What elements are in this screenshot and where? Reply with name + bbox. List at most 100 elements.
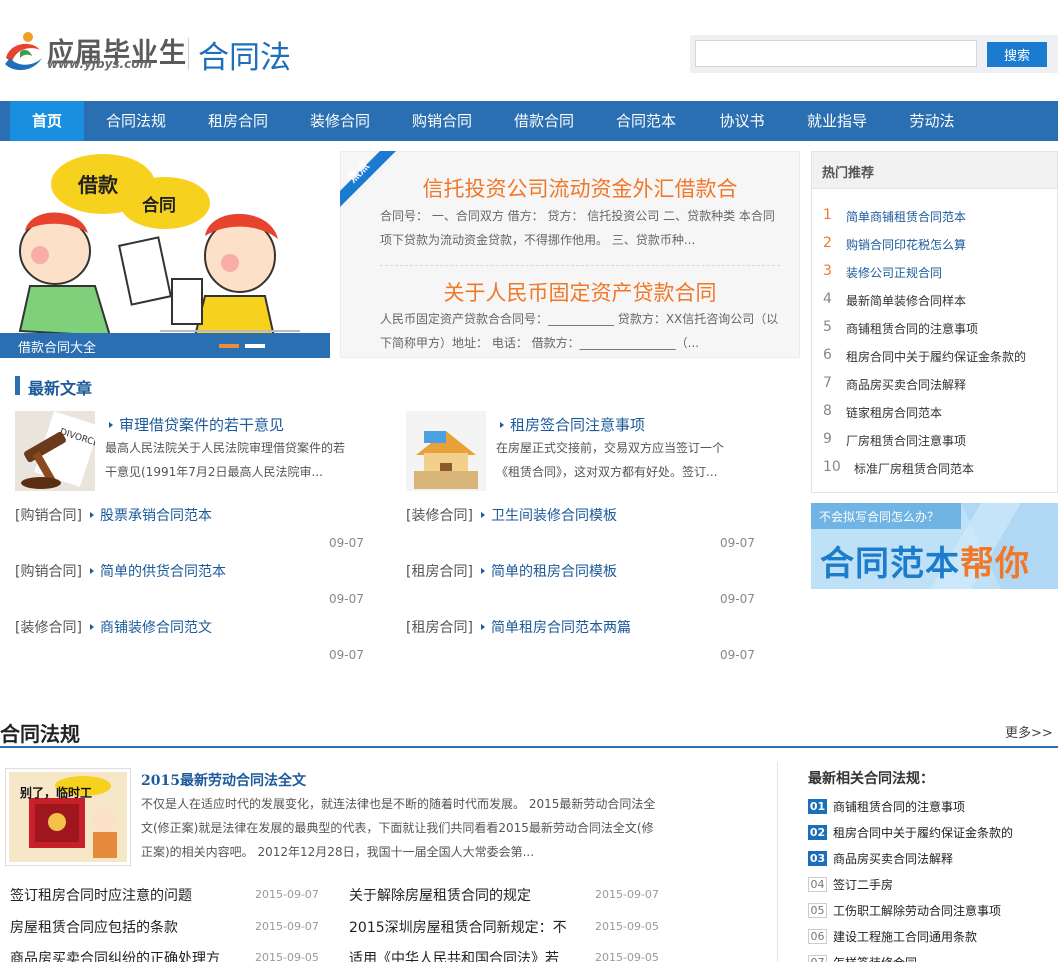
law-list-date: 2015-09-05 bbox=[255, 951, 319, 962]
site-title[interactable]: 合同法 bbox=[198, 32, 291, 77]
latest-item-category[interactable]: [装修合同] bbox=[406, 505, 473, 525]
hot-rank: 5 bbox=[823, 319, 832, 335]
related-item[interactable]: 签订二手房 bbox=[833, 876, 893, 893]
nav-labor-law[interactable]: 劳动法 bbox=[900, 101, 964, 141]
slider-dot-active[interactable] bbox=[219, 344, 239, 348]
latest-item-category[interactable]: [租房合同] bbox=[406, 561, 473, 581]
hot-item[interactable]: 最新简单装修合同样本 bbox=[846, 292, 966, 309]
related-rank: 04 bbox=[808, 877, 827, 892]
hot-item[interactable]: 租房合同中关于履约保证金条款的 bbox=[846, 348, 1026, 365]
related-rank: 01 bbox=[808, 799, 827, 814]
law-list-item[interactable]: 房屋租赁合同应包括的条款 bbox=[10, 917, 178, 937]
arrow-icon bbox=[481, 568, 485, 574]
law-featured-thumbnail[interactable]: 别了，临时工 bbox=[5, 768, 131, 866]
hot-rank: 4 bbox=[823, 291, 832, 307]
latest-item-title[interactable]: 简单租房合同范本两篇 bbox=[477, 617, 631, 637]
law-list-item[interactable]: 商品房买卖合同纠纷的正确处理方 bbox=[10, 948, 220, 962]
related-item[interactable]: 商铺租赁合同的注意事项 bbox=[833, 798, 965, 815]
logo-separator bbox=[188, 38, 189, 70]
law-thumbnail-text: 别了，临时工 bbox=[20, 786, 93, 800]
nav-rental-contract[interactable]: 租房合同 bbox=[200, 101, 276, 141]
latest-featured-desc-1: 最高人民法院关于人民法院审理借贷案件的若干意见(1991年7月2日最高人民法院审… bbox=[105, 441, 346, 479]
hot-rank: 3 bbox=[823, 263, 832, 279]
nav-agreement[interactable]: 协议书 bbox=[710, 101, 774, 141]
arrow-icon bbox=[90, 624, 94, 630]
arrow-icon bbox=[481, 624, 485, 630]
hot-item[interactable]: 链家租房合同范本 bbox=[846, 404, 942, 421]
latest-item-title-text: 股票承销合同范本 bbox=[100, 508, 212, 524]
latest-item-title-text: 简单租房合同范本两篇 bbox=[491, 620, 631, 636]
related-item[interactable]: 怎样签装修合同 bbox=[833, 954, 917, 962]
law-list-date: 2015-09-05 bbox=[595, 920, 659, 933]
arrow-icon bbox=[90, 512, 94, 518]
law-more-link[interactable]: 更多>> bbox=[1005, 722, 1053, 741]
related-item[interactable]: 商品房买卖合同法解释 bbox=[833, 850, 953, 867]
law-featured-title[interactable]: 2015最新劳动合同法全文 bbox=[141, 770, 306, 790]
hot-rank: 9 bbox=[823, 431, 832, 447]
related-rank: 02 bbox=[808, 825, 827, 840]
latest-item-title[interactable]: 简单的租房合同模板 bbox=[477, 561, 617, 581]
latest-item-date: 09-07 bbox=[720, 648, 755, 662]
focus-ribbon: 焦点 bbox=[340, 151, 396, 207]
law-list-date: 2015-09-07 bbox=[255, 888, 319, 901]
hot-item[interactable]: 商品房买卖合同法解释 bbox=[846, 376, 966, 393]
nav-loan-contract[interactable]: 借款合同 bbox=[506, 101, 582, 141]
latest-item-title-text: 简单的供货合同范本 bbox=[100, 564, 226, 580]
nav-contract-template[interactable]: 合同范本 bbox=[608, 101, 684, 141]
nav-contract-law[interactable]: 合同法规 bbox=[98, 101, 174, 141]
logo-icon[interactable] bbox=[2, 28, 44, 74]
nav-home[interactable]: 首页 bbox=[10, 101, 84, 141]
law-section-divider bbox=[0, 746, 1058, 748]
law-list-item[interactable]: 签订租房合同时应注意的问题 bbox=[10, 885, 192, 905]
latest-featured-title-1[interactable]: 审理借贷案件的若干意见 bbox=[105, 414, 284, 435]
hot-item[interactable]: 装修公司正规合同 bbox=[846, 264, 942, 281]
latest-item-title[interactable]: 股票承销合同范本 bbox=[86, 505, 212, 525]
nav-sales-contract[interactable]: 购销合同 bbox=[404, 101, 480, 141]
hot-item[interactable]: 简单商铺租赁合同范本 bbox=[846, 208, 966, 225]
banner-headline-a: 合同范本 bbox=[820, 544, 960, 584]
related-rank: 07 bbox=[808, 955, 827, 962]
law-list-date: 2015-09-07 bbox=[255, 920, 319, 933]
latest-item-title[interactable]: 简单的供货合同范本 bbox=[86, 561, 226, 581]
related-item[interactable]: 建设工程施工合同通用条款 bbox=[833, 928, 977, 945]
hot-item[interactable]: 商铺租赁合同的注意事项 bbox=[846, 320, 978, 337]
gavel-thumbnail[interactable]: DIVORCE bbox=[15, 411, 95, 491]
nav-career-guide[interactable]: 就业指导 bbox=[798, 101, 876, 141]
latest-item-date: 09-07 bbox=[720, 592, 755, 606]
latest-featured-title-1-text: 审理借贷案件的若干意见 bbox=[119, 416, 285, 434]
law-featured-desc: 不仅是人在适应时代的发展变化，就连法律也是不断的随着时代而发展。 2015最新劳… bbox=[141, 797, 656, 859]
latest-item-date: 09-07 bbox=[329, 536, 364, 550]
focus-title-1[interactable]: 信托投资公司流动资金外汇借款合 bbox=[400, 173, 760, 203]
law-list-item[interactable]: 关于解除房屋租赁合同的规定 bbox=[349, 885, 531, 905]
search-input[interactable] bbox=[695, 40, 977, 67]
hot-rank: 7 bbox=[823, 375, 832, 391]
slider-caption[interactable]: 借款合同大全 bbox=[18, 337, 96, 356]
latest-item-category[interactable]: [装修合同] bbox=[15, 617, 82, 637]
latest-item-title[interactable]: 卫生间装修合同模板 bbox=[477, 505, 617, 525]
latest-item-category[interactable]: [购销合同] bbox=[15, 505, 82, 525]
related-title: 最新相关合同法规： bbox=[808, 771, 934, 787]
hot-rank: 6 bbox=[823, 347, 832, 363]
hot-item[interactable]: 厂房租赁合同注意事项 bbox=[846, 432, 966, 449]
latest-item-category[interactable]: [租房合同] bbox=[406, 617, 473, 637]
hot-item[interactable]: 标准厂房租赁合同范本 bbox=[854, 460, 974, 477]
law-list-item[interactable]: 2015深圳房屋租赁合同新规定：不 bbox=[349, 917, 567, 937]
focus-title-2[interactable]: 关于人民币固定资产贷款合同 bbox=[380, 277, 780, 307]
law-column-divider bbox=[777, 762, 778, 962]
hot-rank: 2 bbox=[823, 235, 832, 251]
focus-text-1: 合同号： 一、合同双方 借方： 贷方： 信托投资公司 二、贷款种类 本合同项下贷… bbox=[380, 209, 775, 247]
slider-image[interactable]: 借款 合同 bbox=[0, 151, 330, 358]
hot-rank: 1 bbox=[823, 207, 832, 223]
search-button[interactable]: 搜索 bbox=[987, 42, 1047, 67]
banner-tag-text: 不会拟写合同怎么办？ bbox=[819, 510, 940, 524]
latest-featured-title-2[interactable]: 租房签合同注意事项 bbox=[496, 414, 645, 435]
slider-dot[interactable] bbox=[245, 344, 265, 348]
nav-decoration-contract[interactable]: 装修合同 bbox=[302, 101, 378, 141]
related-item[interactable]: 租房合同中关于履约保证金条款的 bbox=[833, 824, 1013, 841]
hot-item[interactable]: 购销合同印花税怎么算 bbox=[846, 236, 966, 253]
related-item[interactable]: 工伤职工解除劳动合同注意事项 bbox=[833, 902, 1001, 919]
latest-item-category[interactable]: [购销合同] bbox=[15, 561, 82, 581]
law-list-item[interactable]: 适用《中华人民共和国合同法》若 bbox=[349, 948, 559, 962]
house-thumbnail[interactable] bbox=[406, 411, 486, 491]
latest-item-title[interactable]: 商铺装修合同范文 bbox=[86, 617, 212, 637]
